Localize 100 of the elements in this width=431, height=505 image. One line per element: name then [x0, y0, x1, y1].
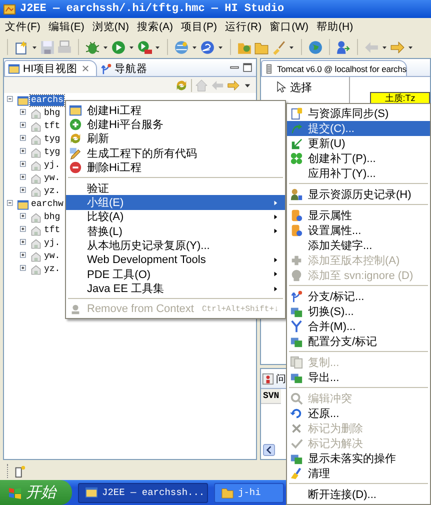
run-server-icon[interactable]: [137, 40, 152, 54]
tree-item[interactable]: yj.: [43, 160, 62, 171]
globe-icon[interactable]: [308, 40, 323, 54]
caret-icon[interactable]: [154, 44, 161, 50]
tree-item[interactable]: earchs: [30, 95, 64, 106]
menu-item[interactable]: PDE 工具(O): [66, 267, 285, 282]
new-view-icon[interactable]: [13, 464, 26, 478]
menu-item[interactable]: 删除Hi工程: [66, 160, 285, 175]
sync-icon[interactable]: [175, 78, 188, 92]
collapse-icon[interactable]: [7, 96, 16, 105]
start-button[interactable]: 开始: [0, 480, 72, 505]
caret-icon[interactable]: [407, 44, 414, 50]
menu-item[interactable]: 与资源库同步(S): [287, 106, 430, 121]
palette-item[interactable]: 选择: [261, 79, 349, 95]
menu-item[interactable]: 清理: [287, 466, 430, 481]
expand-icon[interactable]: [20, 109, 29, 118]
menu-item[interactable]: 应用补丁(Y)...: [287, 166, 430, 181]
caret-icon[interactable]: [217, 44, 224, 50]
menu-item[interactable]: 生成工程下的所有代码: [66, 146, 285, 161]
menu-item[interactable]: 创建Hi工程: [66, 103, 285, 118]
branch-icon: [290, 290, 303, 303]
tree-item[interactable]: yz.: [43, 186, 62, 197]
caret-icon[interactable]: [31, 44, 38, 50]
menu-item[interactable]: Java EE 工具集: [66, 282, 285, 296]
tree-item[interactable]: tft: [43, 121, 62, 132]
menu-item[interactable]: 显示资源历史记录(H): [287, 187, 430, 202]
expand-icon[interactable]: [20, 187, 29, 196]
caret-icon[interactable]: [191, 44, 198, 50]
caret-icon[interactable]: [381, 44, 388, 50]
menu-item[interactable]: 验证: [66, 180, 285, 196]
editor-tab[interactable]: Tomcat v6.0 @ localhost for earchs: [261, 60, 408, 76]
person-icon[interactable]: [336, 40, 351, 54]
menu-item[interactable]: 设置属性...: [287, 223, 430, 238]
menu-item[interactable]: 创建Hi平台服务: [66, 117, 285, 132]
menu-item[interactable]: 替换(L): [66, 224, 285, 239]
menu-item[interactable]: Web Development Tools: [66, 252, 285, 268]
taskbar-button[interactable]: j-hi: [214, 482, 284, 502]
menu-item[interactable]: 比较(A): [66, 210, 285, 224]
menu-item[interactable]: 更新(U): [287, 136, 430, 151]
new-file-icon[interactable]: [14, 40, 29, 54]
menu-bar-item[interactable]: 窗口(W): [266, 20, 312, 34]
tree-item[interactable]: tyg: [43, 147, 62, 158]
menu-bar-item[interactable]: 搜索(A): [133, 20, 177, 34]
menu-item[interactable]: 切换(S)...: [287, 304, 430, 319]
menu-item[interactable]: 从本地历史记录复原(Y)...: [66, 238, 285, 253]
menu-item[interactable]: 显示未落实的操作: [287, 451, 430, 466]
expand-icon[interactable]: [20, 213, 29, 222]
menu-item[interactable]: 分支/标记...: [287, 289, 430, 304]
expand-icon[interactable]: [20, 226, 29, 235]
menu-bar-item[interactable]: 项目(P): [177, 20, 221, 34]
collapse-icon[interactable]: [7, 200, 16, 209]
tree-item[interactable]: earchw: [30, 199, 64, 210]
menu-item[interactable]: 创建补丁(P)...: [287, 151, 430, 166]
menu-item[interactable]: 显示属性: [287, 208, 430, 223]
maximize-icon[interactable]: [242, 62, 253, 73]
caret-icon[interactable]: [102, 44, 109, 50]
expand-icon[interactable]: [20, 135, 29, 144]
menu-bar-item[interactable]: 编辑(E): [44, 20, 88, 34]
expand-icon[interactable]: [20, 174, 29, 183]
tree-item[interactable]: bhg: [43, 108, 62, 119]
menu-bar-item[interactable]: 浏览(N): [88, 20, 133, 34]
menu-item[interactable]: 添加关键字...: [287, 238, 430, 253]
close-icon[interactable]: [80, 64, 90, 73]
expand-icon[interactable]: [20, 122, 29, 131]
expand-icon[interactable]: [20, 265, 29, 274]
tree-item[interactable]: tyg: [43, 134, 62, 145]
menu-item[interactable]: 合并(M)...: [287, 319, 430, 334]
tree-item[interactable]: yj.: [43, 238, 62, 249]
tree-item[interactable]: bhg: [43, 212, 62, 223]
project-icon: [17, 198, 29, 210]
expand-icon[interactable]: [20, 239, 29, 248]
tree-item[interactable]: yw.: [43, 251, 62, 262]
run-icon[interactable]: [111, 40, 126, 54]
branch-icon: [100, 62, 112, 74]
view-tab[interactable]: HI项目视图: [4, 60, 96, 76]
cross-icon: [290, 422, 303, 435]
view-tab[interactable]: 导航器: [96, 61, 154, 76]
ball-icon[interactable]: [200, 40, 215, 54]
expand-icon[interactable]: [20, 252, 29, 261]
tree-item[interactable]: tft: [43, 225, 62, 236]
scroll-left-icon[interactable]: [263, 444, 275, 456]
menu-item[interactable]: 小组(E): [66, 195, 285, 210]
boxes-icon: [290, 305, 303, 318]
taskbar-button[interactable]: J2EE — earchssh...: [78, 482, 208, 502]
expand-icon[interactable]: [20, 161, 29, 170]
menu-item[interactable]: 还原...: [287, 406, 430, 421]
caret-icon[interactable]: [128, 44, 135, 50]
menu-bar-item[interactable]: 文件(F): [1, 20, 44, 34]
menu-item[interactable]: 断开连接(D)...: [287, 487, 430, 502]
menu-item[interactable]: 配置分支/标记: [287, 334, 430, 349]
expand-icon[interactable]: [20, 148, 29, 157]
tree-item[interactable]: yw.: [43, 173, 62, 184]
tree-item[interactable]: yz.: [43, 264, 62, 275]
menu-bar-item[interactable]: 帮助(H): [312, 20, 358, 34]
menu-item[interactable]: 提交(C)...: [287, 121, 430, 136]
bug-icon[interactable]: [85, 40, 100, 54]
menu-item[interactable]: 刷新: [66, 132, 285, 146]
project-icon: [17, 94, 29, 106]
caret-icon[interactable]: [288, 44, 295, 50]
menu-bar-item[interactable]: 运行(R): [221, 20, 266, 34]
